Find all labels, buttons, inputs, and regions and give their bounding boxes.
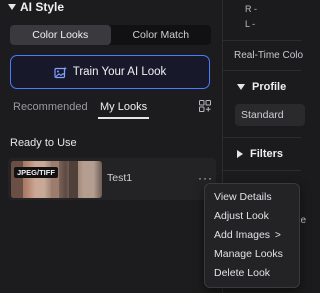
image-sparkle-icon [54, 66, 67, 78]
ready-to-use-heading: Ready to Use [10, 137, 77, 149]
menu-item-add-images[interactable]: Add Images > [214, 229, 281, 241]
ai-style-header[interactable]: AI Style [8, 0, 64, 14]
tab-my-looks[interactable]: My Looks [98, 101, 150, 119]
looks-tabs: Recommended My Looks [13, 101, 213, 119]
divider [223, 137, 301, 138]
look-mode-segmented-control: Color Looks Color Match [10, 25, 211, 45]
profile-title: Profile [252, 81, 287, 93]
color-match-option[interactable]: Color Match [111, 25, 212, 45]
add-images-label: Add Images [214, 229, 271, 241]
look-name: Test1 [107, 172, 133, 184]
expand-triangle-icon [237, 150, 243, 158]
look-thumbnail: JPEG/TIFF [11, 161, 102, 198]
menu-item-delete-look[interactable]: Delete Look [214, 267, 270, 279]
collapse-triangle-icon [237, 84, 245, 90]
profile-section-header[interactable]: Profile [237, 81, 286, 93]
tab-recommended[interactable]: Recommended [13, 101, 88, 113]
l-value-label: L - [245, 19, 256, 29]
color-looks-option[interactable]: Color Looks [10, 25, 111, 45]
train-ai-look-label: Train Your AI Look [72, 66, 167, 78]
divider [223, 170, 301, 171]
divider [223, 70, 301, 71]
menu-item-adjust-look[interactable]: Adjust Look [214, 210, 269, 222]
active-tab-underline [98, 117, 150, 119]
ai-style-panel: AI Style Color Looks Color Match Train Y… [0, 0, 222, 293]
tab-recommended-label: Recommended [13, 101, 88, 113]
realtime-color-label: Real-Time Colo [234, 50, 304, 61]
profile-select[interactable]: Standard [235, 104, 305, 126]
chevron-right-icon: > [275, 230, 281, 241]
train-ai-look-button[interactable]: Train Your AI Look [10, 55, 210, 89]
collapse-triangle-icon[interactable] [8, 4, 16, 10]
look-item[interactable]: JPEG/TIFF Test1 ··· [8, 158, 216, 200]
filters-title: Filters [250, 148, 284, 160]
menu-item-manage-looks[interactable]: Manage Looks [214, 248, 283, 260]
section-title: AI Style [20, 0, 65, 14]
tab-my-looks-label: My Looks [100, 101, 148, 113]
menu-item-view-details[interactable]: View Details [214, 191, 272, 203]
format-badge: JPEG/TIFF [14, 167, 58, 178]
add-grid-icon[interactable] [199, 100, 211, 112]
filters-section-header[interactable]: Filters [237, 148, 283, 160]
r-value-label: R - [245, 4, 257, 14]
divider [223, 40, 301, 41]
look-context-menu: View Details Adjust Look Add Images > Man… [204, 183, 300, 288]
